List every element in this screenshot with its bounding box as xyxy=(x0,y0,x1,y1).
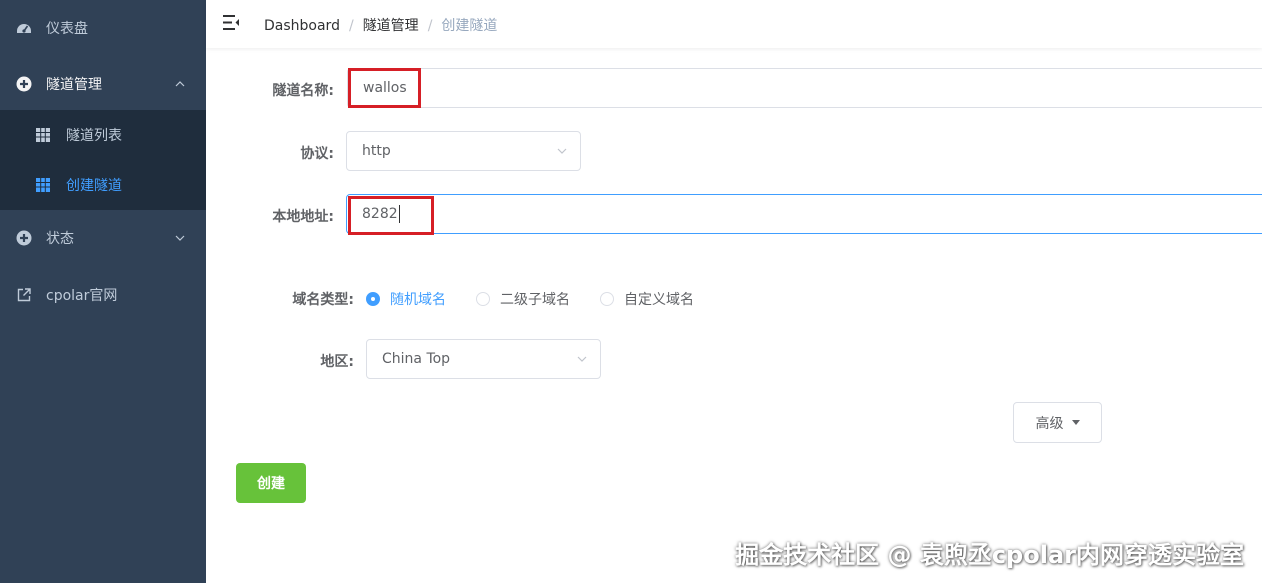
sidebar-item-dashboard[interactable]: 仪表盘 xyxy=(0,0,206,56)
chevron-down-icon xyxy=(175,235,185,241)
sidebar-item-tunnel-management[interactable]: 隧道管理 xyxy=(0,56,206,112)
watermark: 掘金技术社区 @ 袁煦丞cpolar内网穿透实验室 xyxy=(735,541,1244,569)
circle-dot-icon xyxy=(16,76,32,92)
create-button[interactable]: 创建 xyxy=(236,463,306,503)
tunnel-name-input[interactable]: wallos xyxy=(347,68,1262,108)
radio-circle xyxy=(366,292,380,306)
navbar: Dashboard / 隧道管理 / 创建隧道 xyxy=(206,0,1262,48)
external-link-icon xyxy=(16,287,32,303)
sidebar-item-tunnel-list[interactable]: 隧道列表 xyxy=(0,110,206,160)
create-label: 创建 xyxy=(257,476,285,492)
local-address-input[interactable]: 8282 xyxy=(346,194,1262,234)
sidebar-item-label: 创建隧道 xyxy=(66,178,122,194)
breadcrumb-tunnel-management[interactable]: 隧道管理 xyxy=(363,18,419,34)
radio-custom-domain[interactable]: 自定义域名 xyxy=(600,289,694,309)
chevron-up-icon xyxy=(175,81,185,87)
breadcrumb-separator: / xyxy=(427,18,433,34)
protocol-select[interactable]: http xyxy=(346,131,581,171)
breadcrumb-dashboard[interactable]: Dashboard xyxy=(264,18,340,34)
sidebar-item-cpolar-website[interactable]: cpolar官网 xyxy=(0,267,206,323)
region-select[interactable]: China Top xyxy=(366,339,601,379)
region-label: 地区: xyxy=(320,354,354,370)
radio-circle xyxy=(476,292,490,306)
region-value: China Top xyxy=(382,351,451,367)
sidebar-item-label: 状态 xyxy=(46,231,74,247)
hamburger-icon[interactable] xyxy=(222,14,242,32)
breadcrumb-separator: / xyxy=(348,18,354,34)
sidebar-item-create-tunnel[interactable]: 创建隧道 xyxy=(0,160,206,210)
local-address-value: 8282 xyxy=(362,206,398,222)
local-address-label: 本地地址: xyxy=(272,209,334,225)
radio-label: 自定义域名 xyxy=(624,292,694,308)
circle-dot-icon xyxy=(16,230,32,246)
sidebar-item-label: 仪表盘 xyxy=(46,21,88,37)
protocol-label: 协议: xyxy=(300,146,334,162)
text-caret xyxy=(398,205,400,223)
sidebar-item-label: cpolar官网 xyxy=(46,288,118,304)
sidebar-item-label: 隧道管理 xyxy=(46,77,102,93)
chevron-down-icon xyxy=(557,148,567,154)
radio-random-domain[interactable]: 随机域名 xyxy=(366,289,446,309)
caret-down-icon xyxy=(1071,420,1080,425)
radio-label: 二级子域名 xyxy=(500,292,570,308)
sidebar-item-status[interactable]: 状态 xyxy=(0,210,206,266)
advanced-dropdown-button[interactable]: 高级 xyxy=(1013,402,1102,443)
breadcrumb: Dashboard / 隧道管理 / 创建隧道 xyxy=(264,15,497,35)
tunnel-name-value: wallos xyxy=(363,80,407,96)
sidebar-item-label: 隧道列表 xyxy=(66,128,122,144)
domain-type-label: 域名类型: xyxy=(292,292,354,308)
sidebar: 仪表盘 隧道管理 隧道列表 创建隧道 状态 cpolar官网 xyxy=(0,0,206,583)
protocol-value: http xyxy=(362,143,391,159)
radio-circle xyxy=(600,292,614,306)
table-icon xyxy=(36,178,50,192)
dashboard-icon xyxy=(16,20,32,36)
radio-label: 随机域名 xyxy=(390,292,446,308)
radio-subdomain[interactable]: 二级子域名 xyxy=(476,289,570,309)
table-icon xyxy=(36,128,50,142)
tunnel-name-label: 隧道名称: xyxy=(272,83,334,99)
breadcrumb-create-tunnel: 创建隧道 xyxy=(441,18,498,34)
advanced-label: 高级 xyxy=(1035,415,1064,432)
chevron-down-icon xyxy=(577,356,587,362)
